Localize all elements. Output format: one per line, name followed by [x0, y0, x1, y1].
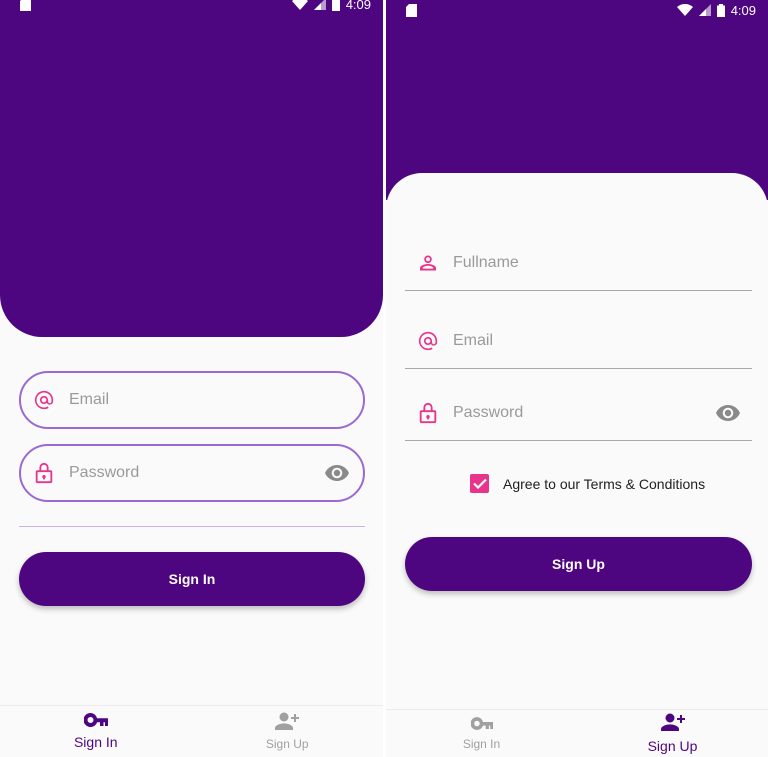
wifi-icon — [676, 4, 693, 16]
signal-icon — [698, 4, 711, 16]
terms-checkbox[interactable] — [470, 474, 489, 493]
fullname-input[interactable] — [453, 253, 740, 272]
nav-item-sign-in[interactable]: Sign In — [0, 706, 192, 757]
terms-row: Agree to our Terms & Conditions — [470, 474, 705, 493]
at-icon — [33, 389, 55, 411]
person-add-icon — [275, 712, 300, 735]
eye-icon[interactable] — [325, 461, 349, 485]
nav-label-sign-up: Sign Up — [647, 738, 698, 754]
nav-label-sign-in: Sign In — [462, 736, 501, 751]
email-input[interactable] — [453, 331, 740, 350]
status-bar: 4:09 — [0, 0, 383, 14]
sign-in-button[interactable]: Sign In — [19, 552, 365, 606]
nav-item-sign-up[interactable]: Sign Up — [577, 710, 768, 757]
sign-up-screen: 4:09 Agree to our Terms & Conditions Sig… — [386, 0, 768, 757]
status-time: 4:09 — [345, 0, 371, 12]
lock-icon — [417, 402, 439, 424]
key-icon — [83, 713, 108, 732]
status-bar: 4:09 — [386, 0, 768, 20]
wifi-icon — [291, 0, 308, 10]
person-icon — [417, 252, 439, 274]
key-icon — [470, 716, 493, 735]
header-banner — [0, 0, 383, 337]
status-time: 4:09 — [730, 2, 756, 18]
fullname-field[interactable] — [405, 235, 752, 291]
sign-up-button[interactable]: Sign Up — [405, 537, 752, 591]
terms-label: Agree to our Terms & Conditions — [503, 475, 706, 492]
nav-item-sign-in[interactable]: Sign In — [386, 710, 577, 757]
divider — [19, 526, 365, 527]
password-field[interactable] — [19, 444, 365, 502]
sign-in-screen: 4:09 Sign In Sign In Sign Up — [0, 0, 383, 757]
sd-card-icon — [406, 3, 417, 17]
check-icon — [472, 478, 487, 489]
battery-icon — [716, 3, 725, 17]
battery-icon — [331, 0, 340, 11]
bottom-navigation: Sign In Sign Up — [0, 705, 383, 757]
nav-label-sign-up: Sign Up — [265, 737, 309, 751]
lock-icon — [33, 462, 55, 484]
header-banner — [386, 0, 768, 200]
nav-item-sign-up[interactable]: Sign Up — [192, 706, 384, 757]
eye-icon[interactable] — [716, 401, 740, 425]
nav-label-sign-in: Sign In — [73, 734, 118, 750]
email-field[interactable] — [19, 371, 365, 429]
password-input[interactable] — [69, 464, 325, 482]
password-input[interactable] — [453, 403, 716, 422]
person-add-icon — [660, 713, 685, 736]
bottom-navigation: Sign In Sign Up — [386, 709, 768, 757]
signal-icon — [313, 0, 326, 10]
sd-card-icon — [20, 0, 31, 11]
password-field[interactable] — [405, 385, 752, 441]
email-input[interactable] — [69, 391, 349, 409]
at-icon — [417, 330, 439, 352]
email-field[interactable] — [405, 313, 752, 369]
